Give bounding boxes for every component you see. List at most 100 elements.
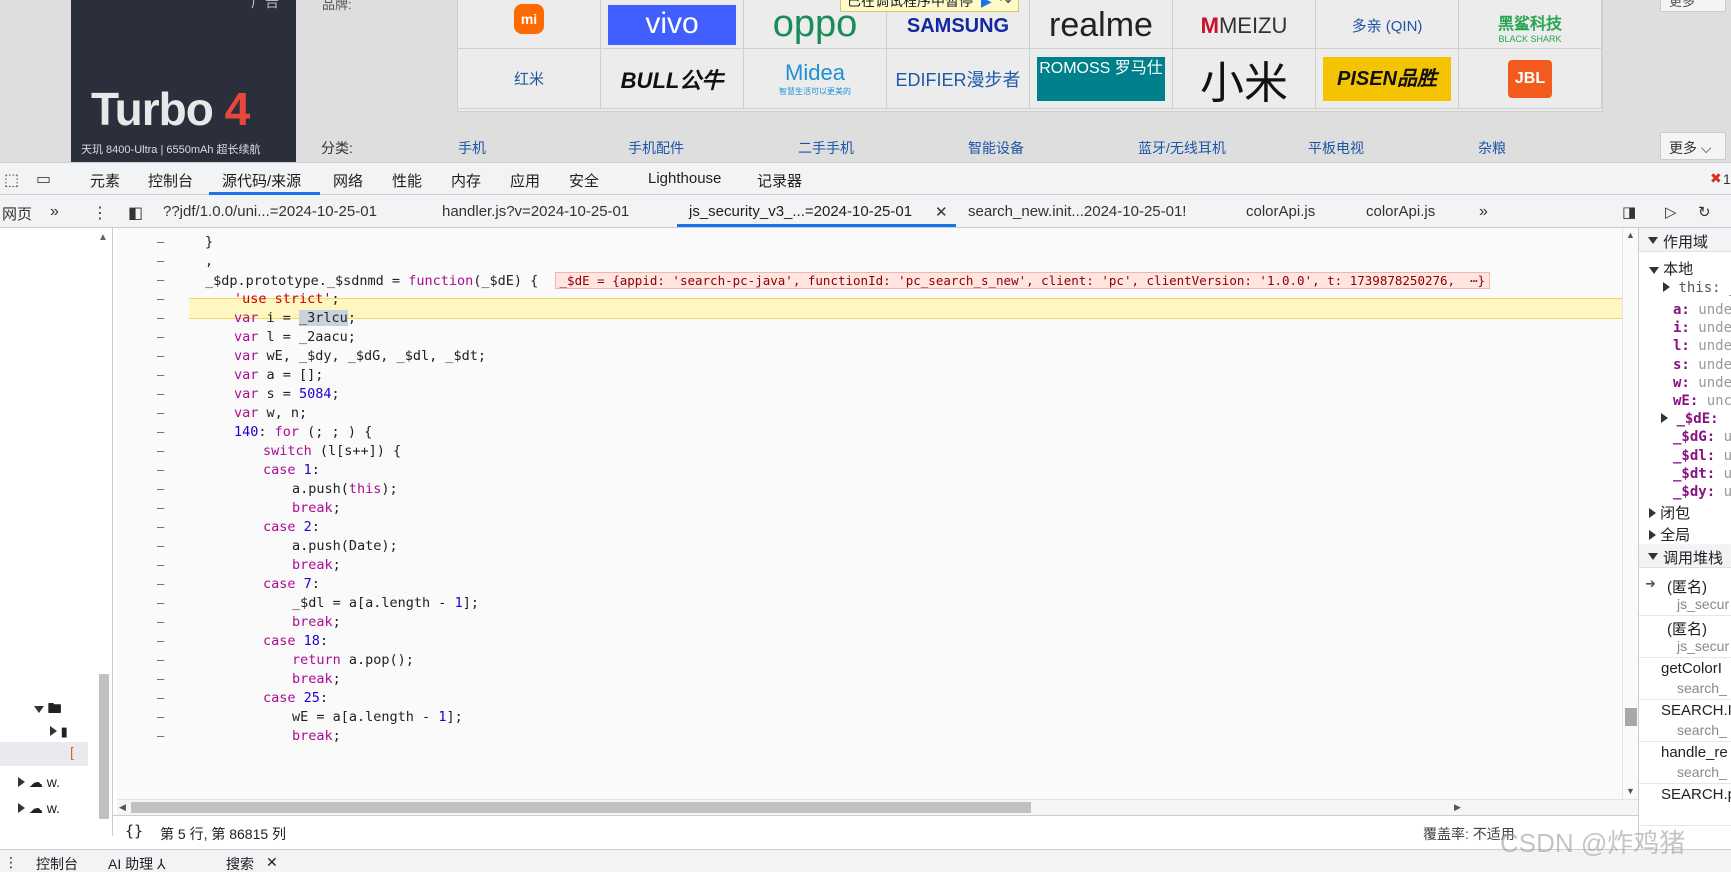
line-number[interactable]: – [157,403,164,424]
scope-section-header[interactable]: 作用域 [1639,228,1731,252]
close-drawer-tab-icon[interactable]: ✕ [266,854,278,871]
brand-meizu[interactable]: M MEIZU [1173,0,1316,49]
scroll-up-icon[interactable]: ▲ [1626,230,1635,240]
line-number[interactable]: – [157,327,164,348]
navigator-scrollbar[interactable] [97,228,111,828]
scope-variable[interactable]: _$dG: u [1673,429,1731,445]
line-number[interactable]: – [157,593,164,614]
global-scope[interactable]: 全局 [1649,524,1690,545]
line-number[interactable]: – [157,441,164,462]
error-icon[interactable]: ✖ [1710,170,1722,187]
tab-network[interactable]: 网络 [333,170,363,191]
line-number[interactable]: – [157,517,164,538]
closure-scope[interactable]: 闭包 [1649,502,1690,523]
inspect-element-icon[interactable]: ⬚ [4,170,19,190]
resume-icon[interactable]: ▶ [981,0,992,10]
file-tab[interactable]: colorApi.js [1366,203,1435,220]
call-frame[interactable]: SEARCH.p [1639,780,1731,826]
brand-redmi[interactable]: 红米 [458,49,601,109]
folder-tree-item[interactable]: 🖿 [34,698,62,722]
category-item[interactable]: 手机 [458,138,486,158]
file-tab-active[interactable]: js_security_v3_...=2024-10-25-01 [689,203,912,220]
line-number[interactable]: – [157,631,164,652]
step-over-icon[interactable]: ↷ [1000,0,1012,10]
category-item[interactable]: 平板电视 [1308,138,1364,158]
scope-variable[interactable]: a: unde [1673,302,1731,318]
drawer-menu-icon[interactable]: ⋮ [4,854,18,871]
hscroll-thumb[interactable] [131,802,1031,813]
tab-lighthouse[interactable]: Lighthouse [648,170,721,187]
error-count[interactable]: 1 [1723,171,1731,187]
close-tab-icon[interactable]: ✕ [935,203,948,221]
local-scope-header[interactable]: 本地 [1649,258,1693,279]
cloud-tree-item[interactable]: ☁ w. [18,800,60,817]
line-number[interactable]: – [157,270,164,291]
file-tree-item[interactable]: ▮ [50,724,68,740]
line-number[interactable]: – [157,346,164,367]
step-over-icon[interactable]: ↻ [1698,203,1711,221]
line-number[interactable]: – [157,460,164,481]
device-toolbar-icon[interactable]: ▭ [36,169,51,189]
drawer-tab-ai[interactable]: AI 助理 ⅄ [108,854,166,874]
scroll-right-icon[interactable]: ▶ [1454,802,1461,813]
category-item[interactable]: 杂粮 [1478,138,1506,158]
scope-variable[interactable]: _$dl: u [1673,448,1731,464]
file-tab[interactable]: colorApi.js [1246,203,1315,220]
line-number[interactable]: – [157,726,164,747]
call-frame[interactable]: (匿名) js_secur ➜ [1639,570,1731,616]
toggle-navigator-icon[interactable]: ◧ [128,203,143,223]
selected-file-item[interactable]: [ [0,742,88,766]
tab-recorder[interactable]: 记录器 [757,170,802,191]
line-number[interactable]: – [157,251,164,272]
tab-elements[interactable]: 元素 [90,170,120,191]
line-number[interactable]: – [157,498,164,519]
call-frame[interactable]: SEARCH.I search_ [1639,696,1731,742]
call-frame[interactable]: getColorI search_ [1639,654,1731,700]
brand-blackshark[interactable]: 黑鲨科技 BLACK SHARK [1459,0,1602,49]
scope-variable[interactable]: i: unde [1673,320,1731,336]
brand-romoss[interactable]: ROMOSS 罗马仕 [1030,49,1173,109]
callstack-section-header[interactable]: 调用堆栈 [1639,544,1731,568]
code-vertical-scrollbar[interactable]: ▲ ▼ [1622,228,1638,799]
code-horizontal-scrollbar[interactable]: ◀ ▶ [117,799,1638,815]
line-number[interactable]: – [157,365,164,386]
line-number[interactable]: – [157,555,164,576]
line-number[interactable]: – [157,707,164,728]
ad-banner[interactable]: 广告 Turbo 4 天玑 8400-Ultra | 6550mAh 超长续航 [71,0,296,162]
line-number[interactable]: – [157,479,164,500]
line-gutter[interactable]: – – – – – – – – – – – – – – – – – – – – – – – – – – – [117,228,189,799]
brand-vivo[interactable]: vivo [601,0,744,49]
scope-variable[interactable]: _$dy: u [1673,484,1731,500]
line-number[interactable]: – [157,669,164,690]
tab-application[interactable]: 应用 [510,170,540,191]
call-frame[interactable]: handle_re search_ [1639,738,1731,784]
tab-memory[interactable]: 内存 [451,170,481,191]
line-number[interactable]: – [157,650,164,671]
scope-variable[interactable]: s: unde [1673,357,1731,373]
brand-jbl[interactable]: JBL [1459,49,1602,109]
drawer-tab-console[interactable]: 控制台 [36,854,78,874]
line-number[interactable]: – [157,574,164,595]
tab-sources[interactable]: 源代码/来源 [222,170,301,191]
drawer-tab-search[interactable]: 搜索 [226,854,254,874]
line-number[interactable]: – [157,536,164,557]
navigator-tab-page[interactable]: 网页 [2,203,32,224]
category-item[interactable]: 智能设备 [968,138,1024,158]
scope-variable[interactable]: _$dt: u [1673,466,1731,482]
scope-variable[interactable]: l: unde [1673,338,1731,354]
code-editor[interactable]: }, _$dp.prototype._$sdnmd = function(_$dE… [189,228,1622,799]
line-number[interactable]: – [157,688,164,709]
more-categories-button[interactable]: 更多 ⌵ [1660,132,1726,160]
brand-edifier[interactable]: EDIFIER漫步者 [887,49,1030,109]
line-number[interactable]: – [157,612,164,633]
scroll-thumb[interactable] [1625,708,1637,726]
kebab-menu-icon[interactable]: ⋮ [92,203,108,223]
this-scope-item[interactable]: this: _ [1663,280,1731,296]
scope-variable[interactable]: _$dE: [1661,411,1719,427]
cloud-tree-item[interactable]: ☁ w. [18,774,60,791]
file-tab[interactable]: search_new.init...2024-10-25-01! [968,203,1186,220]
category-item[interactable]: 蓝牙/无线耳机 [1138,138,1226,158]
call-frame[interactable]: (匿名) js_secur [1639,612,1731,658]
brand-qin[interactable]: 多亲 (QIN) [1316,0,1459,49]
file-tab[interactable]: ??jdf/1.0.0/uni...=2024-10-25-01 [163,203,377,220]
